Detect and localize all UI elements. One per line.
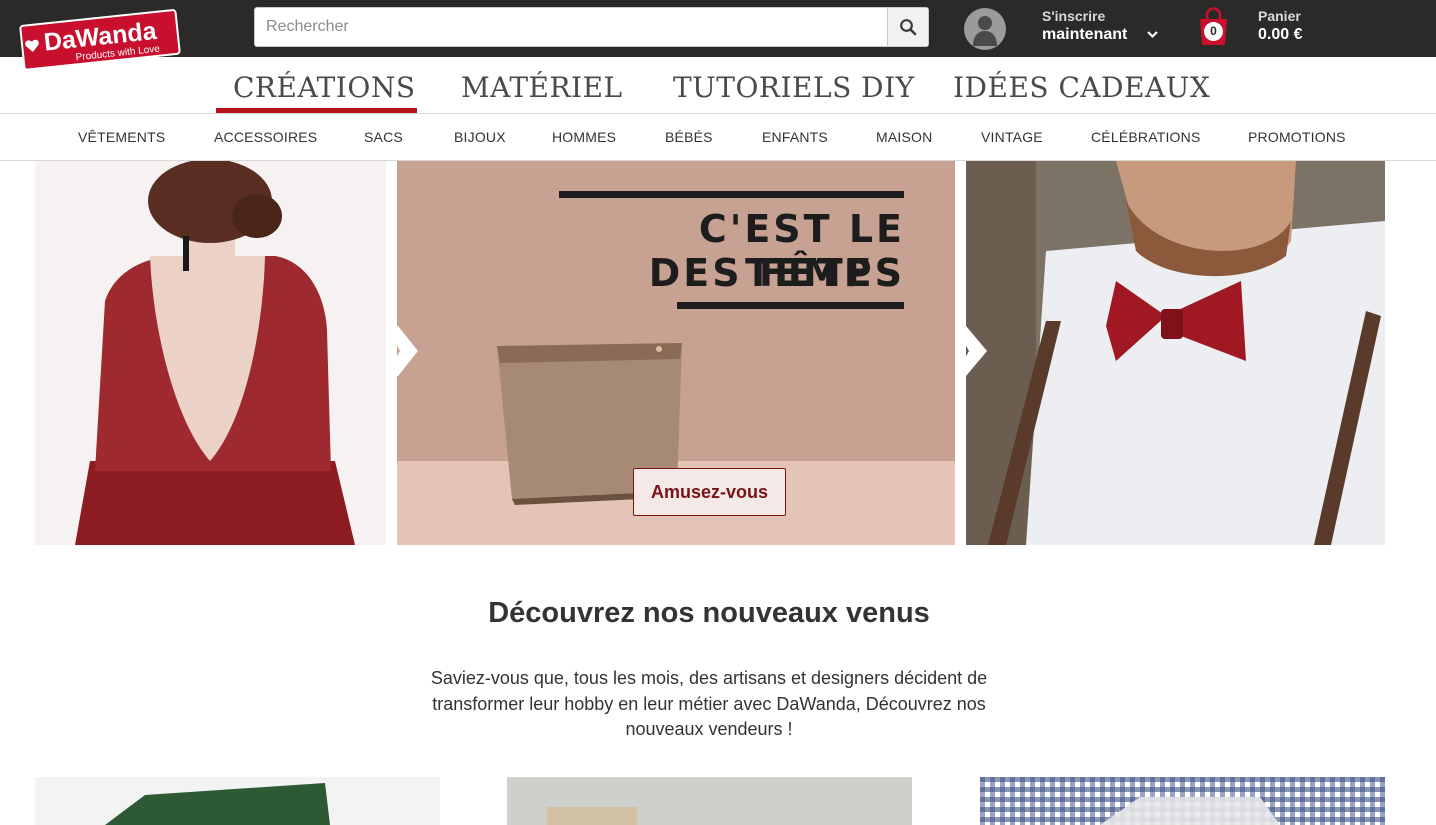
tab-creations[interactable]: CRÉATIONS [233,71,416,104]
section-description: Saviez-vous que, tous les mois, des arti… [430,668,988,739]
tab-materiel[interactable]: MATÉRIEL [461,71,623,104]
active-tab-indicator [216,108,417,113]
category-sacs[interactable]: SACS [364,129,403,145]
hero-headline-line2: DES FÊTES [648,251,905,295]
hero-notch-arrow-right [955,326,987,376]
category-bijoux[interactable]: BIJOUX [454,129,506,145]
category-vintage[interactable]: VINTAGE [981,129,1043,145]
signup-line1: S'inscrire [1042,8,1106,24]
category-navigation: VÊTEMENTS ACCESSOIRES SACS BIJOUX HOMMES… [0,114,1436,161]
cart-label: Panier [1258,8,1301,24]
cart-link[interactable]: Panier 0.00 € [1258,8,1302,45]
category-celebrations[interactable]: CÉLÉBRATIONS [1091,129,1201,145]
chevron-down-icon[interactable] [1146,30,1159,39]
signup-link[interactable]: S'inscrire maintenant [1042,8,1127,45]
category-hommes[interactable]: HOMMES [552,129,616,145]
category-vetements[interactable]: VÊTEMENTS [78,129,165,145]
section-title-new-sellers: Découvrez nos nouveaux venus [488,597,930,629]
hero-image-dress[interactable] [35,161,386,545]
cart-total: 0.00 € [1258,26,1303,43]
hero-notch-arrow-left [386,326,418,376]
new-seller-card-3[interactable] [980,777,1385,825]
search-input[interactable] [255,8,887,46]
category-maison[interactable]: MAISON [876,129,932,145]
tab-idees-cadeaux[interactable]: IDÉES CADEAUX [953,71,1210,104]
headline-bar-top [559,191,904,198]
signup-line2: maintenant [1042,26,1128,43]
main-navigation: CRÉATIONS MATÉRIEL TUTORIELS DIY IDÉES C… [0,57,1436,114]
search-bar [254,7,929,47]
user-icon [973,16,997,46]
category-promotions[interactable]: PROMOTIONS [1248,129,1346,145]
search-icon [900,19,917,36]
new-seller-card-2[interactable] [507,777,912,825]
hero-cta-button[interactable]: Amusez-vous [633,468,786,516]
hero-banner[interactable]: C'EST LE TEMPS DES FÊTES Amusez-vous [35,161,1385,545]
cart-count-badge: 0 [1204,22,1223,41]
category-bebes[interactable]: BÉBÉS [665,129,713,145]
category-enfants[interactable]: ENFANTS [762,129,828,145]
hero-image-bowtie[interactable] [966,161,1385,545]
new-seller-card-1[interactable] [35,777,440,825]
user-avatar[interactable] [964,8,1006,50]
tab-tutoriels-diy[interactable]: TUTORIELS DIY [673,71,915,104]
top-header: DaWanda Products with Love S'inscrire ma… [0,0,1436,70]
search-button[interactable] [887,8,928,46]
headline-bar-bottom [677,302,904,309]
category-accessoires[interactable]: ACCESSOIRES [214,129,317,145]
